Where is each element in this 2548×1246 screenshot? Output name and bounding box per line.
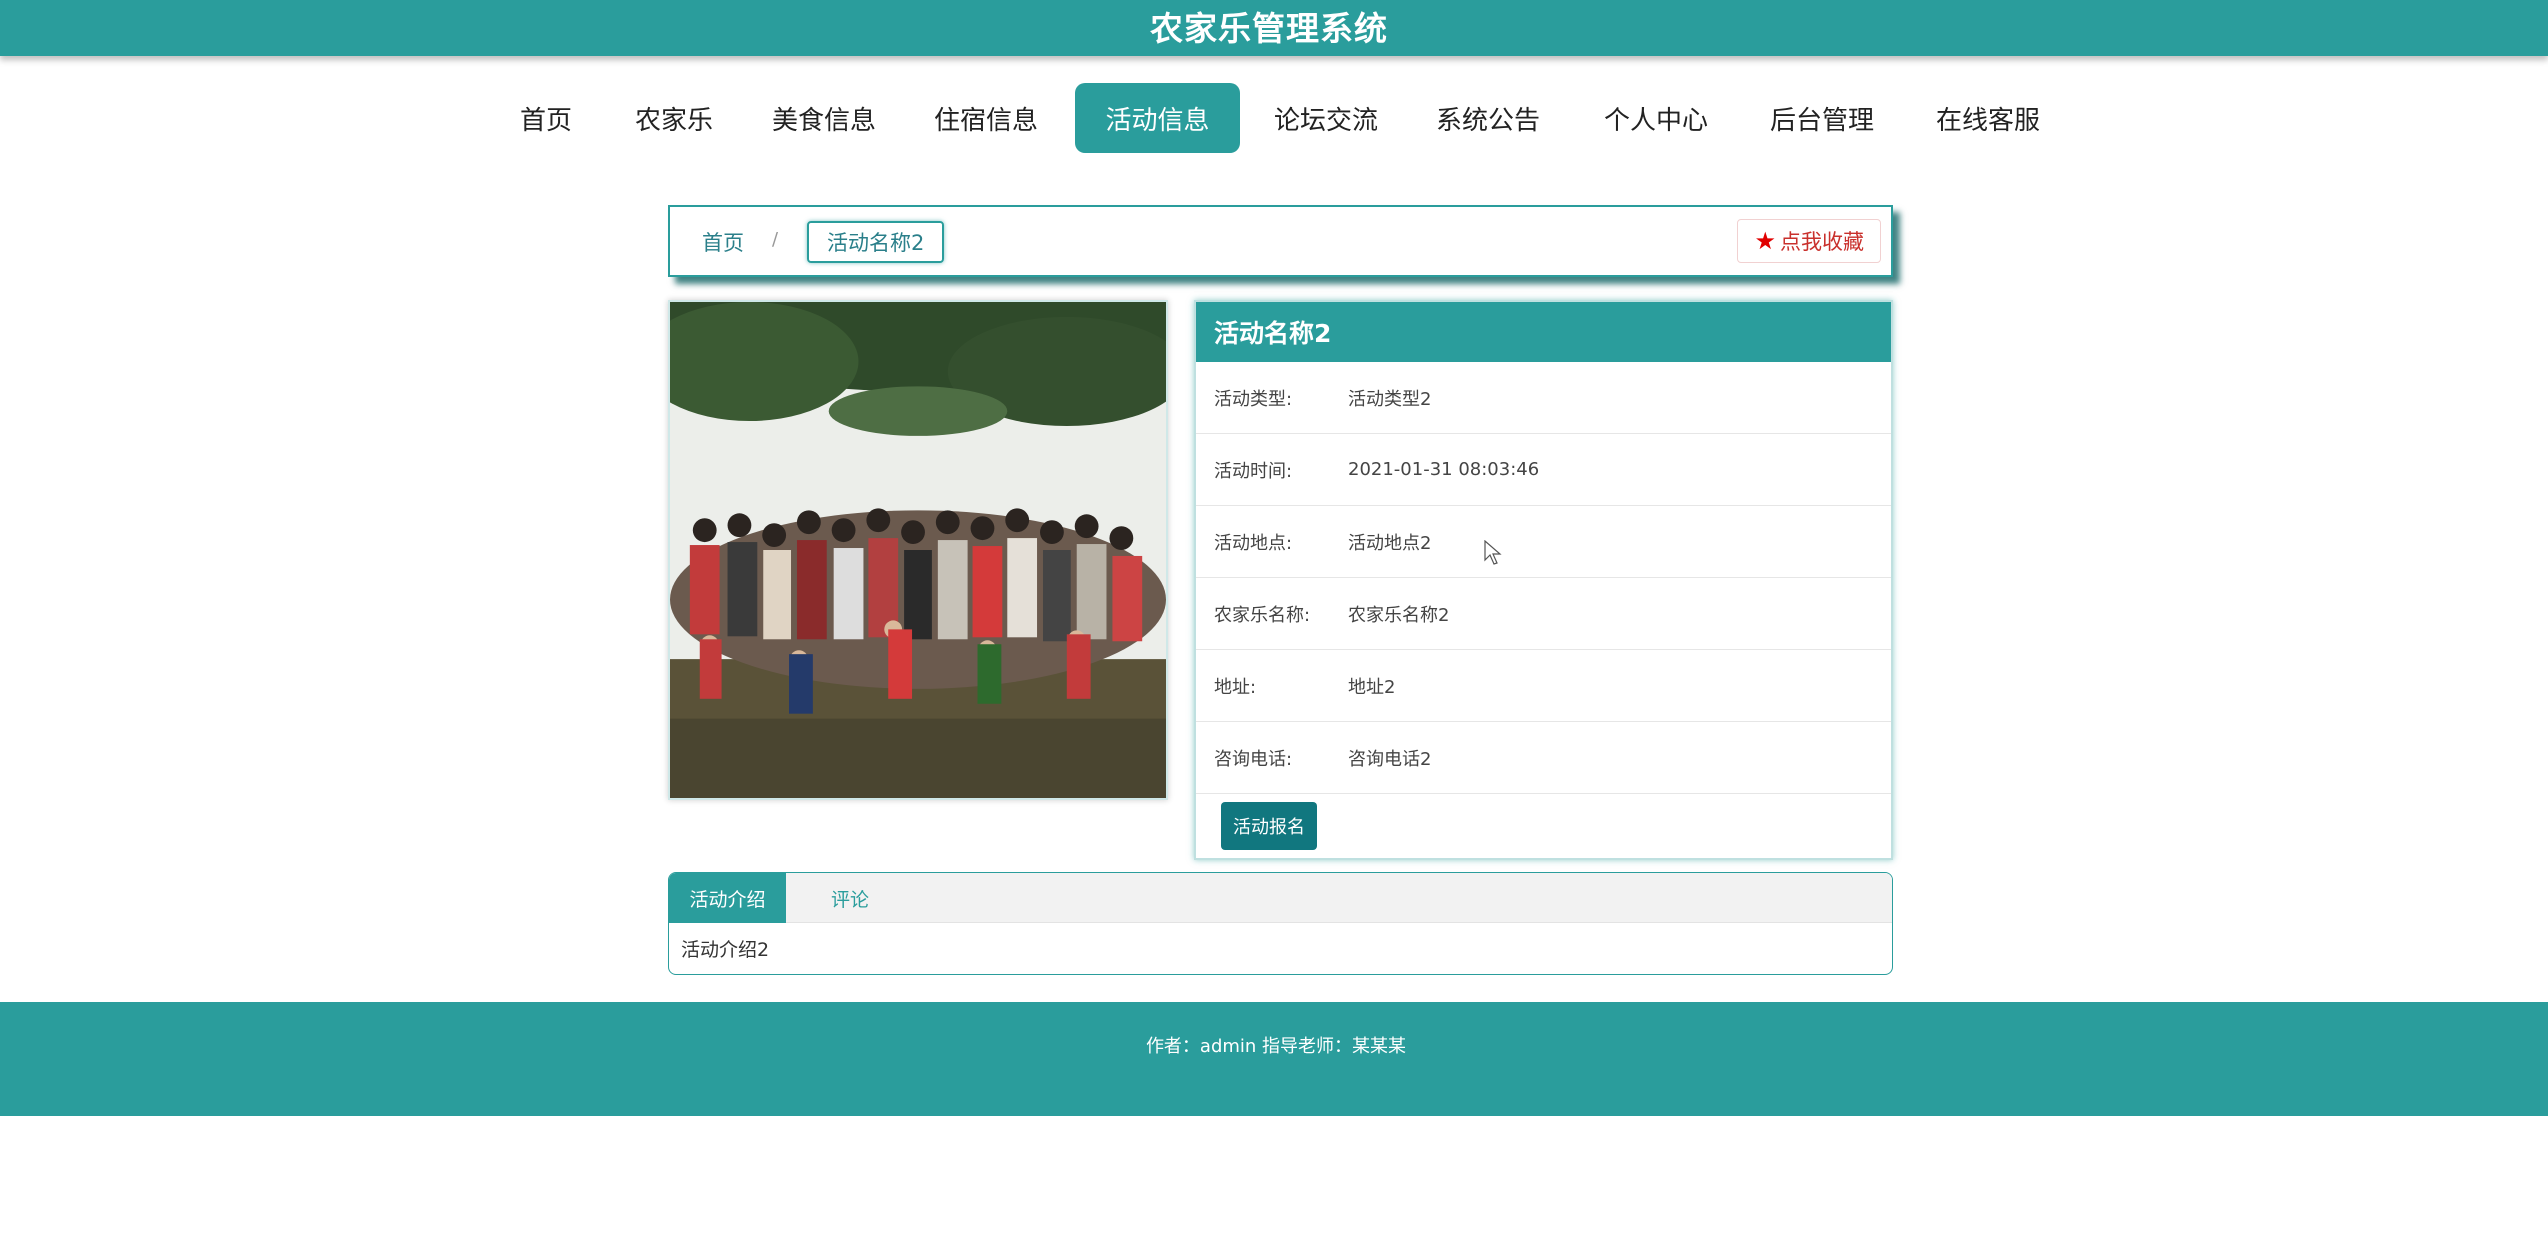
activity-photo	[668, 300, 1168, 800]
detail-label: 活动地点:	[1214, 532, 1293, 554]
detail-row-phone: 咨询电话: 咨询电话2	[1196, 722, 1891, 794]
breadcrumb-home[interactable]: 首页	[702, 227, 744, 257]
nav-admin[interactable]: 后台管理	[1758, 83, 1886, 153]
breadcrumb: 首页 / 活动名称2 ★ 点我收藏	[668, 205, 1893, 277]
tabs-header: 活动介绍 评论	[669, 873, 1892, 923]
detail-label: 活动时间:	[1214, 460, 1293, 482]
detail-row-time: 活动时间: 2021-01-31 08:03:46	[1196, 434, 1891, 506]
favorite-label: 点我收藏	[1780, 230, 1864, 254]
nav-customer-service[interactable]: 在线客服	[1924, 83, 2052, 153]
nav-farmstay[interactable]: 农家乐	[620, 83, 728, 153]
mouse-cursor-icon	[1484, 540, 1502, 565]
activity-title: 活动名称2	[1196, 302, 1891, 362]
detail-row-address: 地址: 地址2	[1196, 650, 1891, 722]
footer-text: 作者：admin 指导老师：某某某	[1145, 1036, 1407, 1057]
detail-label: 活动类型:	[1214, 388, 1293, 410]
tab-introduction[interactable]: 活动介绍	[669, 873, 786, 923]
tabs-panel: 活动介绍 评论 活动介绍2	[668, 872, 1893, 975]
top-header: 农家乐管理系统	[0, 0, 2548, 56]
nav-forum[interactable]: 论坛交流	[1262, 83, 1390, 153]
nav-announcements[interactable]: 系统公告	[1424, 83, 1552, 153]
tab-content: 活动介绍2	[681, 939, 770, 961]
nav-activities[interactable]: 活动信息	[1075, 83, 1240, 153]
detail-row-farmstay-name: 农家乐名称: 农家乐名称2	[1196, 578, 1891, 650]
star-icon: ★	[1754, 227, 1776, 255]
signup-button[interactable]: 活动报名	[1221, 802, 1317, 850]
detail-label: 地址:	[1214, 676, 1257, 698]
detail-value: 地址2	[1348, 676, 1396, 698]
tab-comments[interactable]: 评论	[831, 873, 869, 923]
detail-value: 农家乐名称2	[1348, 604, 1450, 626]
nav-lodging[interactable]: 住宿信息	[922, 83, 1050, 153]
detail-label: 农家乐名称:	[1214, 604, 1311, 626]
detail-label: 咨询电话:	[1214, 748, 1293, 770]
detail-value: 活动类型2	[1348, 388, 1432, 410]
detail-row-type: 活动类型: 活动类型2	[1196, 362, 1891, 434]
main-nav: 首页 农家乐 美食信息 住宿信息 活动信息 论坛交流 系统公告 个人中心 后台管…	[0, 83, 2548, 153]
detail-row-location: 活动地点: 活动地点2	[1196, 506, 1891, 578]
favorite-button[interactable]: ★ 点我收藏	[1737, 219, 1881, 263]
site-title: 农家乐管理系统	[1150, 9, 1388, 48]
detail-value: 2021-01-31 08:03:46	[1348, 459, 1540, 480]
detail-value: 咨询电话2	[1348, 748, 1432, 770]
nav-home[interactable]: 首页	[505, 83, 587, 153]
detail-value: 活动地点2	[1348, 532, 1432, 554]
group-photo-illustration	[670, 302, 1166, 798]
breadcrumb-separator: /	[772, 229, 779, 250]
activity-detail-card: 活动名称2 活动类型: 活动类型2 活动时间: 2021-01-31 08:03…	[1194, 300, 1893, 860]
nav-personal-center[interactable]: 个人中心	[1592, 83, 1720, 153]
breadcrumb-current[interactable]: 活动名称2	[807, 221, 945, 263]
nav-food[interactable]: 美食信息	[760, 83, 888, 153]
footer: 作者：admin 指导老师：某某某	[0, 1002, 2548, 1116]
